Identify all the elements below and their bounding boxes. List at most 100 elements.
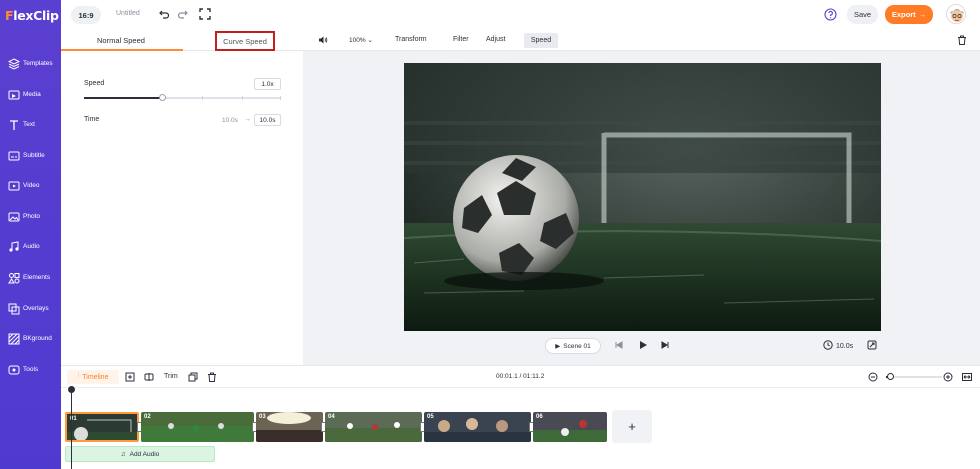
speed-button[interactable]: Speed (524, 33, 558, 48)
project-title[interactable]: Untitled (116, 10, 140, 17)
scene-clip-02[interactable]: 02 (141, 412, 254, 442)
duration-display: 10.0s (823, 340, 853, 352)
clip-thumbnail (67, 414, 137, 440)
redo-icon[interactable] (177, 8, 189, 20)
sidebar-item-photo[interactable]: Photo (0, 205, 61, 233)
photo-icon (8, 211, 20, 223)
time-original: 10.0s (222, 117, 238, 124)
media-icon (8, 89, 20, 101)
avatar[interactable] (946, 4, 966, 24)
sidebar-item-audio[interactable]: Audio (0, 235, 61, 263)
fit-timeline-icon[interactable] (962, 372, 972, 382)
flexclip-logo[interactable]: FlexClip (5, 8, 59, 23)
clip-number: 03 (259, 414, 266, 420)
time-value-field[interactable]: 10.0s (254, 114, 281, 126)
export-button[interactable]: Export → (885, 5, 933, 24)
active-tab-indicator (61, 49, 183, 51)
playhead[interactable] (71, 390, 72, 469)
add-scene-button[interactable]: + (612, 410, 652, 443)
undo-icon[interactable] (158, 8, 170, 20)
timeline-time-readout: 00:01.1 / 01:11.2 (496, 373, 545, 380)
clip-thumbnail (141, 412, 254, 442)
clip-number: 06 (536, 414, 543, 420)
sidebar-item-overlays[interactable]: Overlays (0, 297, 61, 325)
sidebar-item-elements[interactable]: Elements (0, 266, 61, 294)
help-icon[interactable] (824, 8, 837, 21)
trim-button[interactable]: Trim (164, 373, 178, 380)
volume-icon[interactable] (318, 35, 328, 47)
fit-screen-icon[interactable] (867, 340, 877, 350)
sidebar: FlexClip Templates Media Text Subtitle V… (0, 0, 61, 469)
timeline-zoom-slider[interactable] (886, 373, 942, 380)
sidebar-item-tools[interactable]: Tools (0, 358, 61, 386)
play-icon[interactable] (638, 340, 648, 350)
sidebar-item-label: Photo (23, 213, 40, 220)
video-icon (8, 180, 20, 192)
sidebar-item-video[interactable]: Video (0, 174, 61, 202)
delete-icon[interactable] (207, 372, 217, 382)
clock-icon (823, 340, 833, 352)
trash-icon[interactable] (957, 35, 967, 47)
scene-clip-04[interactable]: 04 (325, 412, 422, 442)
speed-value-field[interactable]: 1.0x (254, 78, 281, 90)
tab-curve-speed[interactable]: Curve Speed (215, 31, 275, 51)
background-icon (8, 333, 20, 345)
scene-selector[interactable]: ▶ Scene 01 (545, 338, 601, 354)
add-scene-icon[interactable] (125, 372, 135, 382)
templates-icon (7, 58, 21, 70)
clip-number: 02 (144, 414, 151, 420)
sidebar-item-label: Video (23, 182, 40, 189)
speed-slider[interactable] (84, 94, 281, 101)
save-button[interactable]: Save (847, 5, 878, 24)
overlays-icon (8, 303, 20, 315)
sidebar-item-text[interactable]: Text (0, 113, 61, 141)
tab-normal-speed[interactable]: Normal Speed (97, 36, 145, 45)
clip-thumbnail (533, 412, 607, 442)
sidebar-item-templates[interactable]: Templates (0, 52, 61, 80)
scene-clip-01[interactable]: 01 (65, 412, 139, 442)
add-audio-button[interactable]: ♫ Add Audio (65, 446, 215, 462)
scene-clip-06[interactable]: 06 (533, 412, 607, 442)
scene-clip-03[interactable]: 03 (256, 412, 323, 442)
skip-back-icon[interactable] (614, 340, 624, 350)
fullscreen-icon[interactable] (199, 8, 211, 20)
timeline: ⫶ Timeline Trim 00:01.1 / 01:11.2 01 02 0… (61, 365, 980, 469)
soccer-ball-scene (404, 63, 881, 331)
preview-stage (303, 51, 980, 365)
adjust-button[interactable]: Adjust (486, 36, 505, 43)
sidebar-item-media[interactable]: Media (0, 83, 61, 111)
skip-forward-icon[interactable] (660, 340, 670, 350)
video-preview[interactable] (404, 63, 881, 331)
tab-timeline[interactable]: ⫶ Timeline (67, 370, 119, 384)
split-icon[interactable] (144, 372, 154, 382)
sidebar-item-label: Audio (23, 243, 40, 250)
clip-thumbnail (256, 412, 323, 442)
speed-label: Speed (84, 80, 105, 87)
clip-thumbnail (424, 412, 531, 442)
speed-tabs: Normal Speed Curve Speed (61, 30, 303, 51)
transform-button[interactable]: Transform (395, 36, 427, 43)
zoom-in-icon[interactable] (943, 372, 953, 382)
duplicate-icon[interactable] (188, 372, 198, 382)
top-bar: 16:9 Untitled Save Export → (61, 0, 980, 30)
aspect-ratio-button[interactable]: 16:9 (71, 6, 101, 24)
filter-button[interactable]: Filter (453, 36, 469, 43)
elements-icon (8, 272, 20, 284)
player-controls: ▶ Scene 01 10.0s (303, 335, 980, 365)
sidebar-item-label: Templates (23, 60, 53, 67)
scene-clip-05[interactable]: 05 (424, 412, 531, 442)
speed-panel: Normal Speed Curve Speed Speed 1.0x Time… (61, 30, 303, 365)
time-label: Time (84, 116, 100, 123)
zoom-out-icon[interactable] (868, 372, 878, 382)
canvas-toolbar: 100% ⌄ Transform Filter Adjust Speed (303, 30, 980, 51)
sidebar-item-subtitle[interactable]: Subtitle (0, 144, 61, 172)
subtitle-icon (8, 150, 20, 162)
zoom-dropdown[interactable]: 100% ⌄ (349, 36, 373, 44)
sidebar-item-background[interactable]: BKground (0, 327, 61, 355)
zoom-slider-handle[interactable] (886, 373, 894, 380)
sidebar-item-label: Text (23, 121, 35, 128)
speed-slider-handle[interactable] (159, 94, 167, 101)
sidebar-item-label: Elements (23, 274, 51, 281)
add-audio-label: Add Audio (129, 450, 160, 458)
chevron-down-icon: ⌄ (365, 37, 373, 44)
